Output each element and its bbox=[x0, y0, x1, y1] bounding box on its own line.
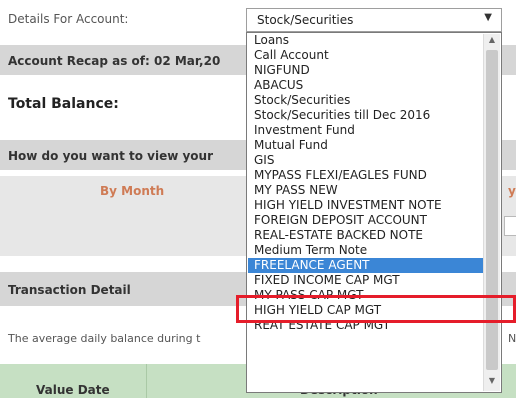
tab-right-fragment[interactable]: y bbox=[508, 184, 516, 198]
account-type-select[interactable]: Stock/Securities ▼ bbox=[246, 8, 502, 32]
dropdown-option[interactable]: MYPASS FLEXI/EAGLES FUND bbox=[248, 168, 483, 183]
dropdown-scrollbar[interactable]: ▲ ▼ bbox=[483, 34, 500, 391]
view-label: How do you want to view your bbox=[8, 149, 214, 163]
recap-label: Account Recap as of: 02 Mar,20 bbox=[8, 54, 221, 68]
average-right-fragment: N bbox=[508, 332, 516, 345]
dropdown-option[interactable]: FOREIGN DEPOSIT ACCOUNT bbox=[248, 213, 483, 228]
dropdown-option[interactable]: Stock/Securities bbox=[248, 93, 483, 108]
dropdown-option[interactable]: Investment Fund bbox=[248, 123, 483, 138]
dropdown-option[interactable]: REAL-ESTATE BACKED NOTE bbox=[248, 228, 483, 243]
right-input-fragment[interactable] bbox=[504, 216, 516, 236]
dropdown-option[interactable]: Loans bbox=[248, 33, 483, 48]
dropdown-option[interactable]: Call Account bbox=[248, 48, 483, 63]
dropdown-option[interactable]: NIGFUND bbox=[248, 63, 483, 78]
dropdown-option[interactable]: FREELANCE AGENT bbox=[248, 258, 483, 273]
select-value: Stock/Securities bbox=[257, 13, 354, 27]
dropdown-option[interactable]: ABACUS bbox=[248, 78, 483, 93]
scroll-up-icon[interactable]: ▲ bbox=[484, 35, 500, 49]
dropdown-option[interactable]: FIXED INCOME CAP MGT bbox=[248, 273, 483, 288]
account-type-dropdown[interactable]: ▲ ▼ Loans Call Account NIGFUND ABACUS Stock/… bbox=[246, 32, 502, 393]
dropdown-option[interactable]: Mutual Fund bbox=[248, 138, 483, 153]
dropdown-option[interactable]: HIGH YIELD INVESTMENT NOTE bbox=[248, 198, 483, 213]
details-label: Details For Account: bbox=[8, 12, 129, 26]
scroll-down-icon[interactable]: ▼ bbox=[484, 376, 500, 390]
value-date-header: Value Date bbox=[36, 383, 110, 397]
total-balance-label: Total Balance: bbox=[8, 96, 119, 112]
chevron-down-icon[interactable]: ▼ bbox=[484, 12, 492, 23]
dropdown-option[interactable]: GIS bbox=[248, 153, 483, 168]
transaction-detail-label: Transaction Detail bbox=[8, 283, 131, 297]
scroll-thumb[interactable] bbox=[486, 50, 498, 370]
tab-by-month[interactable]: By Month bbox=[100, 184, 164, 198]
average-text: The average daily balance during t bbox=[8, 332, 201, 345]
header-divider bbox=[146, 364, 147, 398]
dropdown-option[interactable]: HIGH YIELD CAP MGT bbox=[248, 303, 483, 318]
dropdown-option[interactable]: MY PASS NEW bbox=[248, 183, 483, 198]
dropdown-option[interactable]: MY PASS CAP MGT bbox=[248, 288, 483, 303]
dropdown-option[interactable]: Stock/Securities till Dec 2016 bbox=[248, 108, 483, 123]
dropdown-option[interactable]: Medium Term Note bbox=[248, 243, 483, 258]
dropdown-option[interactable]: REAT ESTATE CAP MGT bbox=[248, 318, 483, 333]
